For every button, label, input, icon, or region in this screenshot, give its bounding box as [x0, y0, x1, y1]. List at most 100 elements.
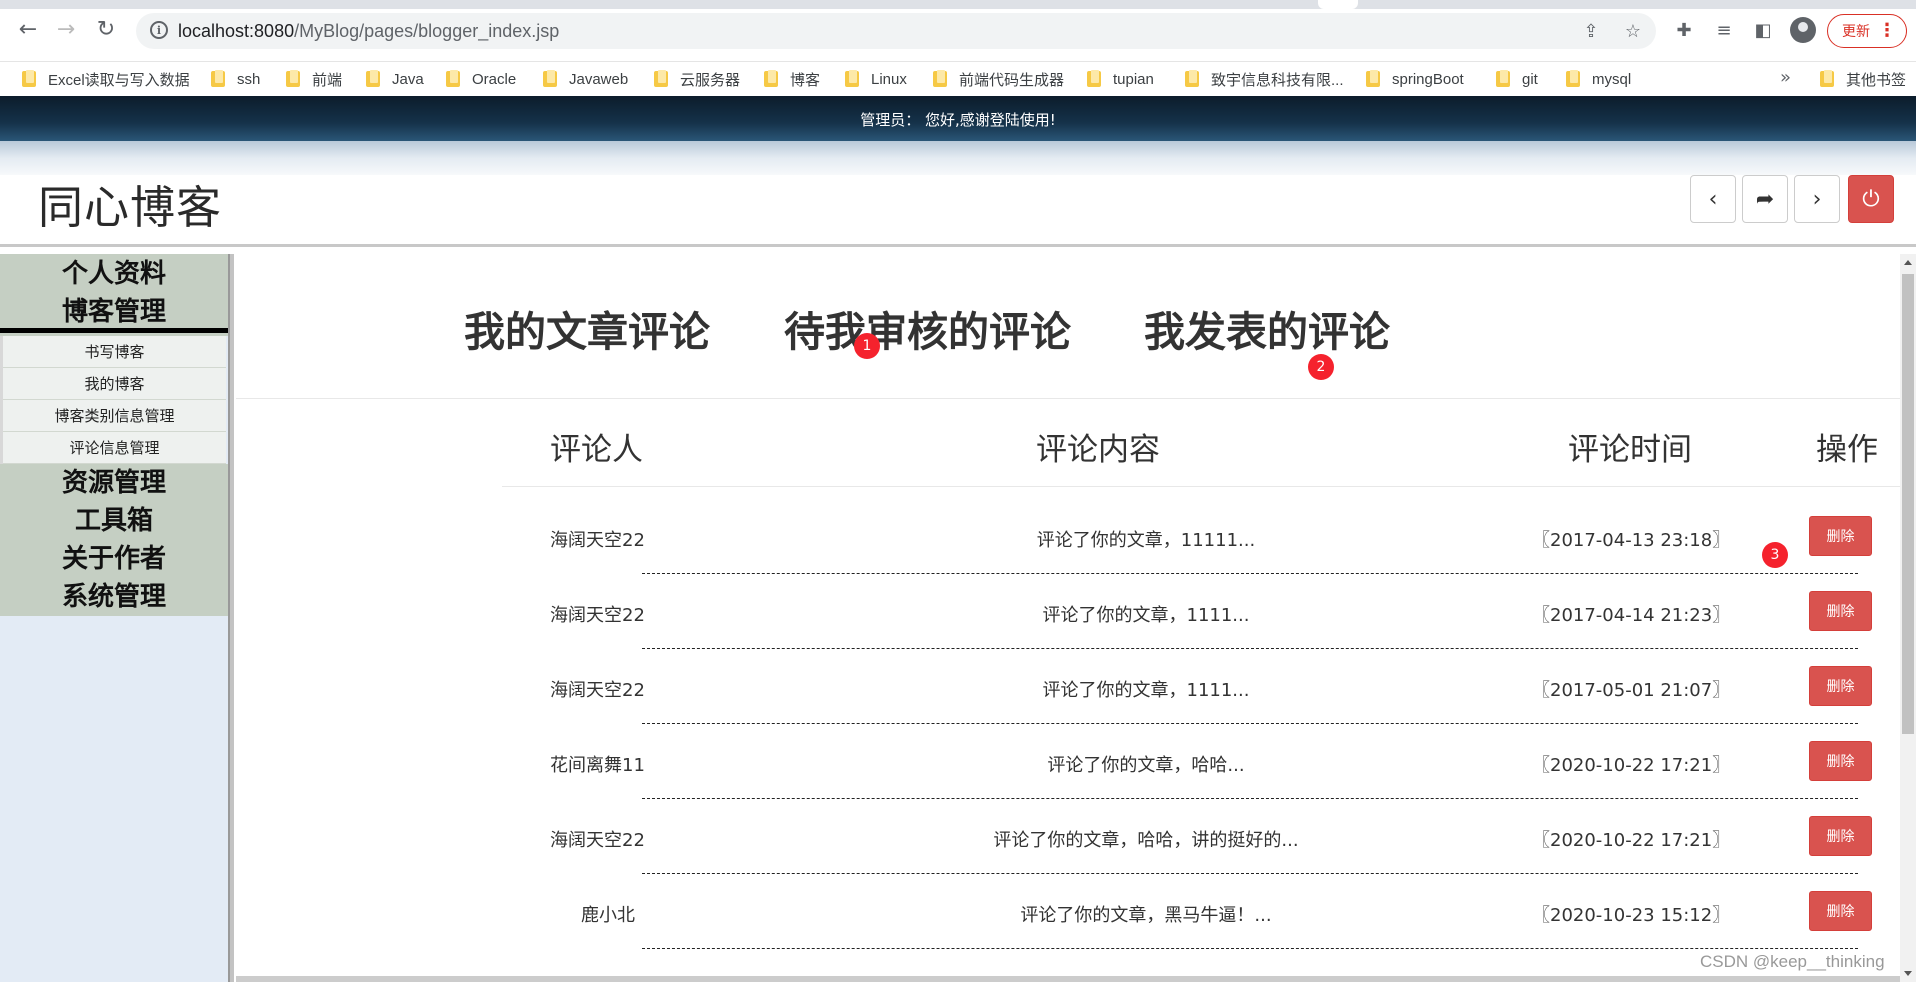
sidebar: 个人资料 博客管理 书写博客 我的博客 博客类别信息管理 评论信息管理 资源管理… — [0, 254, 234, 982]
bookmark-item[interactable]: 博客 — [764, 62, 820, 96]
comment-time: 〖2017-04-13 23:18〗 — [1532, 530, 1731, 551]
row-divider — [642, 573, 1858, 574]
next-button[interactable]: › — [1794, 175, 1840, 223]
comment-author: 海阔天空22 — [550, 605, 645, 626]
header-content: 评论内容 — [1036, 432, 1160, 468]
delete-button[interactable]: 删除 — [1809, 591, 1872, 631]
scroll-down-icon[interactable] — [1904, 971, 1912, 976]
row-divider — [642, 948, 1858, 949]
address-bar[interactable]: i localhost:8080/MyBlog/pages/blogger_in… — [136, 13, 1656, 49]
folder-icon — [933, 70, 947, 87]
sidebar-submenu: 书写博客 我的博客 博客类别信息管理 评论信息管理 — [0, 336, 226, 464]
bookmark-label: ssh — [237, 70, 261, 88]
bookmark-item[interactable]: 致宇信息科技有限... — [1185, 62, 1344, 96]
scroll-thumb[interactable] — [1902, 274, 1914, 734]
folder-icon — [1566, 70, 1580, 87]
sidepanel-icon[interactable]: ◧ — [1749, 16, 1777, 44]
folder-icon — [845, 70, 859, 87]
bookmark-item[interactable]: tupian — [1087, 62, 1154, 96]
row-divider — [642, 648, 1858, 649]
site-info-icon[interactable]: i — [150, 21, 168, 39]
row-divider — [642, 723, 1858, 724]
logout-button[interactable]: ⏻ — [1848, 175, 1894, 223]
delete-button[interactable]: 删除 — [1809, 516, 1872, 556]
vertical-scrollbar[interactable] — [1900, 254, 1916, 982]
bookmark-star-icon[interactable]: ☆ — [1622, 20, 1644, 42]
share-button[interactable]: ➦ — [1742, 175, 1788, 223]
chevron-left-icon: ‹ — [1708, 186, 1718, 212]
bookmark-item[interactable]: springBoot — [1366, 62, 1464, 96]
other-bookmarks[interactable]: 其他书签 — [1820, 62, 1906, 96]
header-time: 评论时间 — [1568, 432, 1692, 468]
menu-about-author[interactable]: 关于作者 — [0, 540, 228, 578]
delete-button[interactable]: 删除 — [1809, 816, 1872, 856]
forward-icon[interactable]: → — [50, 14, 82, 46]
bookmarks-bar: Excel读取与写入数据 ssh 前端 Java Oracle Javaweb … — [0, 62, 1916, 96]
badge-1: 1 — [854, 333, 880, 359]
folder-icon — [1185, 70, 1199, 87]
url-text[interactable]: localhost:8080/MyBlog/pages/blogger_inde… — [178, 21, 559, 42]
bookmark-label: 前端代码生成器 — [959, 71, 1065, 89]
comment-content[interactable]: 评论了你的文章，哈哈... — [996, 751, 1296, 777]
horizontal-scrollbar[interactable] — [236, 976, 1900, 982]
comment-content[interactable]: 评论了你的文章，黑马牛逼！... — [976, 901, 1316, 927]
comment-content[interactable]: 评论了你的文章，1111... — [996, 676, 1296, 702]
back-icon[interactable]: ← — [12, 14, 44, 46]
sidebar-top-menu: 个人资料 博客管理 — [0, 254, 228, 328]
bookmark-item[interactable]: ssh — [211, 62, 260, 96]
menu-resource-manage[interactable]: 资源管理 — [0, 464, 228, 502]
watermark: CSDN @keep__thinking — [1700, 952, 1885, 971]
prev-button[interactable]: ‹ — [1690, 175, 1736, 223]
comment-time: 〖2020-10-23 15:12〗 — [1532, 905, 1731, 926]
active-tab-edge[interactable] — [1318, 0, 1358, 9]
bookmark-item[interactable]: Oracle — [446, 62, 516, 96]
header-action: 操作 — [1816, 432, 1878, 468]
delete-button[interactable]: 删除 — [1809, 891, 1872, 931]
extensions-icon[interactable]: ✚ — [1670, 16, 1698, 44]
folder-icon — [446, 70, 460, 87]
menu-dots-icon[interactable]: ⋮ — [1878, 20, 1896, 41]
table-row: 海阔天空22 评论了你的文章，哈哈，讲的挺好的... 〖2020-10-22 1… — [236, 816, 1900, 901]
submenu-write-blog[interactable]: 书写博客 — [3, 336, 226, 368]
submenu-comment-manage[interactable]: 评论信息管理 — [3, 432, 226, 464]
bookmarks-overflow-icon[interactable]: » — [1780, 67, 1791, 88]
submenu-category-manage[interactable]: 博客类别信息管理 — [3, 400, 226, 432]
delete-button[interactable]: 删除 — [1809, 741, 1872, 781]
comment-content[interactable]: 评论了你的文章，1111... — [996, 601, 1296, 627]
bookmark-item[interactable]: Java — [366, 62, 424, 96]
menu-blog-manage[interactable]: 博客管理 — [0, 293, 228, 331]
sidebar-divider[interactable] — [228, 254, 234, 982]
menu-system-manage[interactable]: 系统管理 — [0, 578, 228, 616]
tab-my-article-comments[interactable]: 我的文章评论 — [464, 298, 710, 358]
tab-my-posted-comments[interactable]: 我发表的评论 — [1144, 298, 1390, 358]
scroll-up-icon[interactable] — [1904, 260, 1912, 265]
folder-icon — [366, 70, 380, 87]
comment-time: 〖2020-10-22 17:21〗 — [1532, 755, 1731, 776]
menu-toolbox[interactable]: 工具箱 — [0, 502, 228, 540]
top-banner: 管理员： 您好,感谢登陆使用! — [0, 96, 1916, 141]
bookmark-item[interactable]: Excel读取与写入数据 — [22, 62, 190, 96]
delete-button[interactable]: 删除 — [1809, 666, 1872, 706]
bookmark-item[interactable]: git — [1496, 62, 1538, 96]
bookmark-label: Linux — [871, 70, 907, 88]
bookmark-label: 云服务器 — [680, 71, 741, 89]
header-author: 评论人 — [550, 432, 643, 468]
bookmark-item[interactable]: 前端 — [286, 62, 342, 96]
submenu-my-blog[interactable]: 我的博客 — [3, 368, 226, 400]
comment-time: 〖2017-04-14 21:23〗 — [1532, 605, 1731, 626]
bookmark-label: Oracle — [472, 70, 517, 88]
tab-pending-review[interactable]: 待我审核的评论 — [784, 298, 1071, 358]
menu-profile[interactable]: 个人资料 — [0, 255, 228, 293]
share-icon[interactable]: ⇪ — [1580, 20, 1602, 42]
comment-content[interactable]: 评论了你的文章，哈哈，讲的挺好的... — [936, 826, 1356, 852]
update-button[interactable]: 更新 ⋮ — [1827, 14, 1907, 48]
reload-icon[interactable]: ↻ — [90, 14, 122, 46]
profile-avatar[interactable] — [1790, 17, 1816, 43]
bookmark-item[interactable]: 云服务器 — [654, 62, 740, 96]
bookmark-item[interactable]: 前端代码生成器 — [933, 62, 1064, 96]
comment-content[interactable]: 评论了你的文章，11111... — [996, 526, 1296, 552]
bookmark-item[interactable]: mysql — [1566, 62, 1631, 96]
bookmark-item[interactable]: Javaweb — [543, 62, 628, 96]
media-icon[interactable]: ≡ — [1710, 16, 1738, 44]
bookmark-item[interactable]: Linux — [845, 62, 907, 96]
